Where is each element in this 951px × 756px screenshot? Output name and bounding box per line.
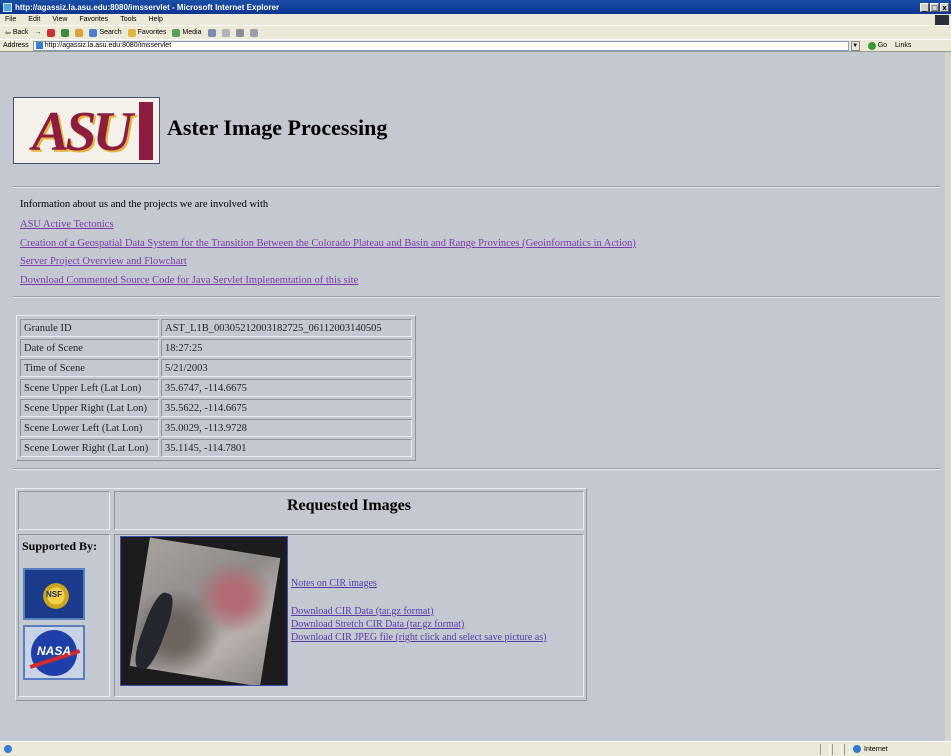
divider — [13, 468, 940, 470]
menu-view[interactable]: View — [52, 16, 67, 23]
search-icon — [89, 28, 98, 37]
menu-bar: File Edit View Favorites Tools Help — [0, 14, 951, 25]
status-bar: Internet — [0, 741, 951, 756]
ie-icon — [3, 2, 12, 12]
row-value: 18:27:25 — [161, 339, 412, 357]
nsf-logo-text: NSF — [46, 590, 62, 599]
standard-toolbar: ⇦ Back → Search Favorites Media — [0, 25, 951, 39]
row-value: 35.5622, -114.6675 — [161, 399, 412, 417]
requested-images-panel: Requested Images Supported By: NSF NASA … — [15, 488, 587, 701]
row-value: 35.6747, -114.6675 — [161, 379, 412, 397]
table-row: Date of Scene 18:27:25 — [20, 339, 412, 357]
globe-icon — [853, 745, 861, 753]
address-label: Address — [3, 42, 29, 49]
row-value: 35.0029, -113.9728 — [161, 419, 412, 437]
windows-logo-icon — [935, 15, 949, 25]
link-download-cir-data[interactable]: Download CIR Data (tar.gz format) — [291, 606, 433, 617]
nsf-logo[interactable]: NSF — [23, 568, 85, 620]
security-zone: Internet — [853, 745, 888, 753]
requested-title-cell: Requested Images — [114, 491, 584, 530]
row-key: Date of Scene — [20, 339, 159, 357]
status-pane — [820, 744, 830, 755]
requested-images-title: Requested Images — [287, 497, 411, 514]
favorites-icon — [127, 28, 136, 37]
go-arrow-icon — [867, 41, 876, 50]
nasa-logo[interactable]: NASA — [23, 625, 85, 680]
asu-logo-bar — [139, 102, 153, 160]
empty-cell — [18, 491, 110, 530]
table-row: Scene Lower Left (Lat Lon) 35.0029, -113.… — [20, 419, 412, 437]
window-titlebar: http://agassiz.la.asu.edu:8080/imsservle… — [0, 0, 951, 14]
address-dropdown-button[interactable]: ▼ — [850, 40, 860, 51]
go-button[interactable]: Go — [867, 41, 887, 50]
menu-file[interactable]: File — [5, 16, 16, 23]
table-row: Scene Upper Right (Lat Lon) 35.5622, -114… — [20, 399, 412, 417]
cir-satellite-image[interactable] — [120, 536, 288, 686]
link-geoinformatics[interactable]: Creation of a Geospatial Data System for… — [20, 238, 636, 249]
menu-help[interactable]: Help — [149, 16, 163, 23]
mail-icon[interactable] — [221, 28, 230, 37]
row-value: AST_L1B_00305212003182725_06112003140505 — [161, 319, 412, 337]
menu-tools[interactable]: Tools — [120, 16, 136, 23]
maximize-button[interactable]: □ — [930, 2, 939, 12]
row-key: Scene Lower Right (Lat Lon) — [20, 439, 159, 457]
link-server-overview[interactable]: Server Project Overview and Flowchart — [20, 256, 187, 267]
edit-icon[interactable] — [249, 28, 258, 37]
row-value: 35.1145, -114.7801 — [161, 439, 412, 457]
media-icon — [172, 28, 181, 37]
page-icon — [35, 42, 43, 49]
history-icon[interactable] — [207, 28, 216, 37]
address-bar: Address http://agassiz.la.asu.edu:8080/i… — [0, 39, 951, 52]
table-row: Granule ID AST_L1B_00305212003182725_0611… — [20, 319, 412, 337]
window-title: http://agassiz.la.asu.edu:8080/imsservle… — [15, 2, 280, 12]
forward-button[interactable]: → — [34, 29, 41, 36]
supported-by-label: Supported By: — [22, 539, 98, 553]
search-button[interactable]: Search — [89, 28, 122, 37]
row-key: Granule ID — [20, 319, 159, 337]
address-input[interactable]: http://agassiz.la.asu.edu:8080/imsservle… — [32, 40, 849, 51]
row-value: 5/21/2003 — [161, 359, 412, 377]
nasa-logo-text: NASA — [36, 644, 71, 658]
status-pane — [844, 744, 850, 755]
divider — [13, 186, 940, 188]
page-title: Aster Image Processing — [167, 115, 388, 140]
minimize-button[interactable]: _ — [920, 2, 929, 12]
asu-logo: ASU — [13, 97, 160, 164]
page-status-icon — [4, 745, 12, 753]
stop-icon[interactable] — [47, 28, 56, 37]
granule-info-table: Granule ID AST_L1B_00305212003182725_0611… — [16, 315, 416, 461]
row-key: Scene Lower Left (Lat Lon) — [20, 419, 159, 437]
menu-favorites[interactable]: Favorites — [79, 16, 108, 23]
back-arrow-icon: ⇦ — [5, 29, 11, 37]
table-row: Scene Lower Right (Lat Lon) 35.1145, -114… — [20, 439, 412, 457]
status-pane — [832, 744, 842, 755]
links-button[interactable]: Links — [895, 42, 911, 49]
menu-edit[interactable]: Edit — [28, 16, 40, 23]
address-url: http://agassiz.la.asu.edu:8080/imsservle… — [44, 42, 172, 49]
divider — [13, 296, 940, 298]
link-notes-cir[interactable]: Notes on CIR images — [291, 578, 377, 589]
back-button[interactable]: ⇦ Back — [5, 29, 28, 37]
info-text: Information about us and the projects we… — [20, 199, 269, 210]
link-download-stretch-cir[interactable]: Download Stretch CIR Data (tar.gz format… — [291, 619, 464, 630]
asu-logo-text: ASU — [32, 101, 133, 163]
link-download-cir-jpeg[interactable]: Download CIR JPEG file (right click and … — [291, 632, 546, 643]
vertical-scrollbar[interactable] — [945, 53, 951, 741]
zone-label: Internet — [864, 745, 888, 753]
home-icon[interactable] — [75, 28, 84, 37]
print-icon[interactable] — [235, 28, 244, 37]
close-button[interactable]: x — [940, 2, 949, 12]
media-button[interactable]: Media — [172, 28, 202, 37]
row-key: Time of Scene — [20, 359, 159, 377]
viewport-edge — [0, 53, 7, 741]
table-row: Time of Scene 5/21/2003 — [20, 359, 412, 377]
link-asu-active-tectonics[interactable]: ASU Active Tectonics — [20, 219, 114, 230]
link-source-code[interactable]: Download Commented Source Code for Java … — [20, 275, 358, 286]
table-row: Scene Upper Left (Lat Lon) 35.6747, -114.… — [20, 379, 412, 397]
row-key: Scene Upper Right (Lat Lon) — [20, 399, 159, 417]
favorites-button[interactable]: Favorites — [127, 28, 166, 37]
row-key: Scene Upper Left (Lat Lon) — [20, 379, 159, 397]
refresh-icon[interactable] — [61, 28, 70, 37]
